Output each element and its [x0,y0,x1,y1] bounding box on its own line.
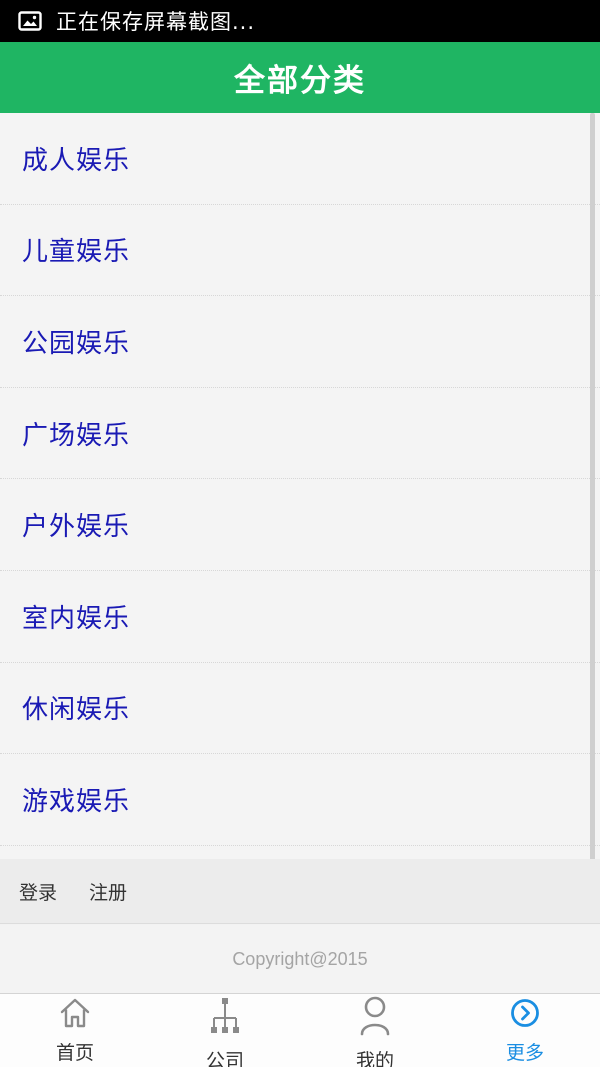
screenshot-image-icon [18,11,42,31]
category-label: 户外娱乐 [22,512,131,543]
nav-label-mine: 我的 [355,1050,394,1067]
org-chart-icon [211,998,239,1033]
copyright-text: Copyright@2015 [232,948,368,969]
category-label: 游戏娱乐 [22,786,131,817]
category-item[interactable]: 户外娱乐 [0,479,600,571]
status-bar: 正在保存屏幕截图... [0,0,600,42]
category-item[interactable]: 成人娱乐 [0,113,600,205]
category-list: 成人娱乐 儿童娱乐 公园娱乐 广场娱乐 户外娱乐 室内娱乐 休闲娱乐 游戏娱乐 [0,113,600,859]
category-label: 广场娱乐 [22,420,131,451]
category-item[interactable]: 儿童娱乐 [0,205,600,297]
category-label: 公园娱乐 [22,328,131,359]
header-bar: 全部分类 [0,42,600,113]
category-item[interactable]: 游戏娱乐 [0,754,600,846]
nav-item-home[interactable]: 首页 [0,994,150,1067]
page-title: 全部分类 [234,63,366,99]
category-label: 休闲娱乐 [22,695,131,726]
chevron-circle-right-icon [511,999,539,1027]
scrollbar[interactable] [590,113,595,889]
category-item[interactable]: 广场娱乐 [0,388,600,480]
category-label: 儿童娱乐 [22,237,131,268]
status-notification-text: 正在保存屏幕截图... [56,10,256,34]
login-link[interactable]: 登录 [19,878,57,905]
register-link[interactable]: 注册 [89,878,127,905]
category-label: 室内娱乐 [22,603,131,634]
nav-item-company[interactable]: 公司 [150,994,300,1067]
user-icon [360,996,390,1036]
footer: Copyright@2015 [0,925,600,993]
nav-label-company: 公司 [205,1050,244,1067]
nav-label-more: 更多 [505,1042,544,1064]
nav-item-mine[interactable]: 我的 [300,994,450,1067]
auth-bar: 登录 注册 [0,859,600,924]
category-label: 成人娱乐 [22,145,131,176]
home-icon [60,998,90,1028]
bottom-nav: 首页 公司 我的 更多 [0,993,600,1067]
category-item[interactable]: 公园娱乐 [0,296,600,388]
nav-item-more[interactable]: 更多 [450,994,600,1067]
category-item[interactable]: 室内娱乐 [0,571,600,663]
category-item[interactable]: 休闲娱乐 [0,663,600,755]
nav-label-home: 首页 [55,1042,94,1064]
